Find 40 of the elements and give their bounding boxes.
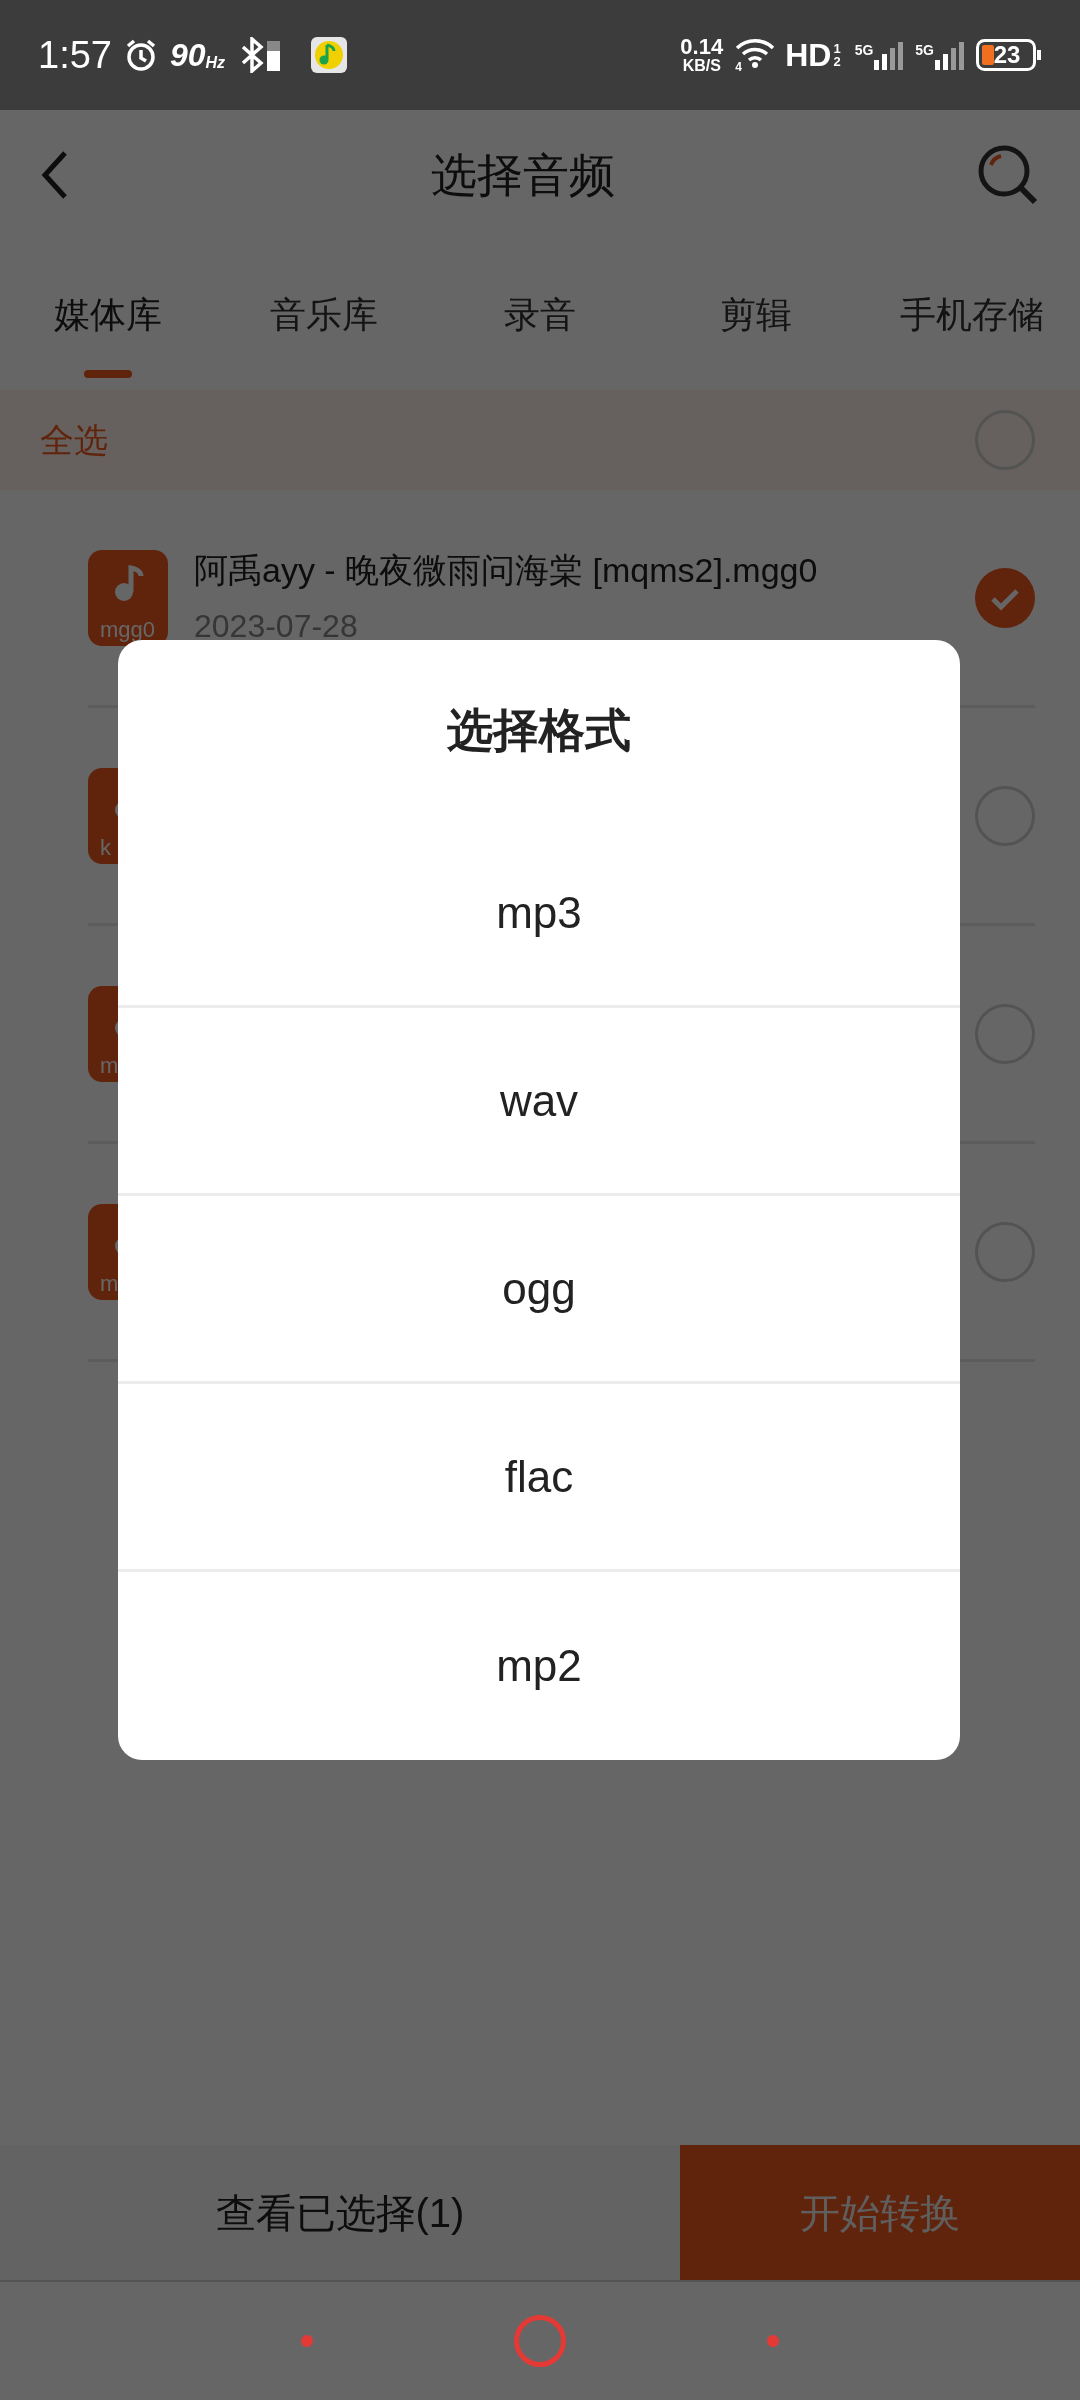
network-type: 5G	[915, 41, 934, 60]
home-nav-button[interactable]	[514, 2315, 566, 2367]
search-icon[interactable]	[976, 143, 1040, 207]
refresh-rate: 90	[169, 39, 206, 71]
hd-label: HD	[785, 36, 832, 75]
file-type-label: k	[100, 834, 111, 862]
tab[interactable]: 录音	[432, 240, 648, 390]
file-type-label: mgg0	[100, 616, 156, 644]
refresh-unit: Hz	[205, 55, 226, 71]
music-note-icon	[112, 563, 144, 604]
back-icon[interactable]	[40, 150, 70, 200]
speed-unit: KB/S	[682, 58, 721, 74]
checkmark-icon[interactable]	[975, 567, 1035, 628]
format-option[interactable]: mp3	[118, 820, 960, 1008]
file-type-label: m	[100, 1052, 119, 1080]
tab[interactable]: 手机存储	[864, 240, 1080, 390]
hd-sim-number: 1	[833, 42, 841, 55]
wifi-standard: 4	[735, 59, 742, 76]
signal-icon	[873, 40, 904, 70]
tab[interactable]: 音乐库	[216, 240, 432, 390]
format-option[interactable]: ogg	[118, 1196, 960, 1384]
battery-level: 23	[992, 43, 1022, 67]
format-option[interactable]: mp2	[118, 1572, 960, 1760]
format-option[interactable]: wav	[118, 1008, 960, 1196]
network-speed: 0.14	[680, 36, 724, 58]
network-type: 5G	[854, 41, 874, 60]
clock-time: 1:57	[38, 32, 112, 78]
file-type-label: m	[100, 1270, 119, 1298]
signal-icon	[934, 40, 964, 70]
file-name: 阿禹ayy - 晚夜微雨问海棠 [mqms2].mgg0	[194, 550, 819, 591]
page-title: 选择音频	[431, 147, 615, 203]
tab[interactable]: 剪辑	[648, 240, 864, 390]
format-option[interactable]: flac	[118, 1384, 960, 1572]
dialog-title: 选择格式	[447, 702, 631, 758]
hd-sim-number: 2	[833, 55, 841, 68]
battery-icon	[976, 39, 1042, 71]
music-app-icon	[311, 37, 348, 73]
start-convert-button[interactable]: 开始转换	[680, 2145, 1080, 2280]
tab[interactable]: 媒体库	[0, 240, 216, 390]
select-all-label: 全选	[40, 419, 108, 461]
